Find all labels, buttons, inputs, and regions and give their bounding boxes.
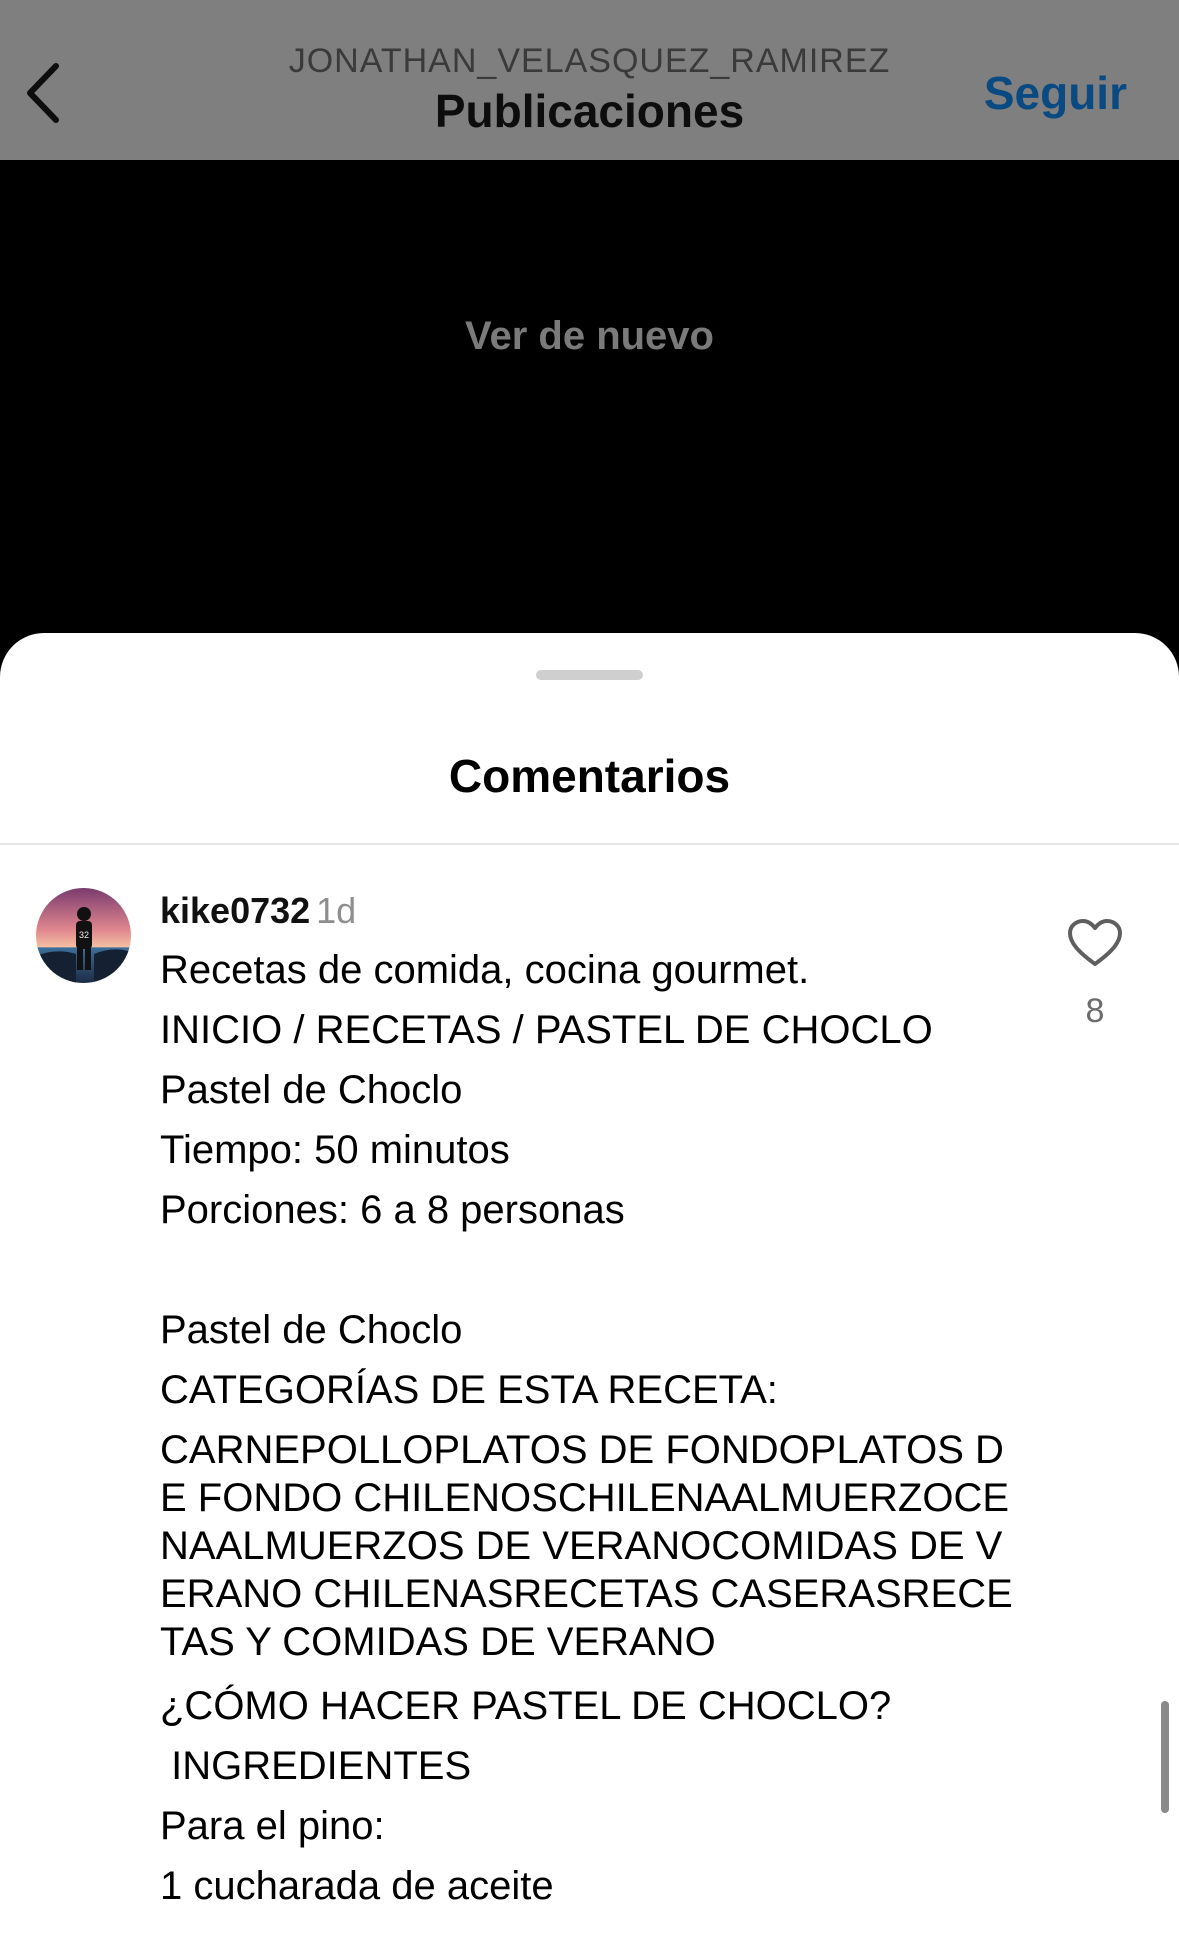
like-count: 8 [1085, 992, 1105, 1030]
comment-header: kike0732 1d [160, 888, 356, 934]
scrollbar[interactable] [1161, 1701, 1169, 1813]
comment-line: Pastel de Choclo [160, 1308, 463, 1352]
comment-timestamp: 1d [316, 890, 357, 931]
comments-sheet: Comentarios 32 kike0732 1d Recetas de co… [0, 633, 1179, 1954]
sheet-drag-handle[interactable] [536, 670, 643, 680]
app-screen: JONATHAN_VELASQUEZ_RAMIREZ Publicaciones… [0, 0, 1179, 1954]
top-bar: JONATHAN_VELASQUEZ_RAMIREZ Publicaciones… [0, 0, 1179, 160]
like-button[interactable] [1067, 918, 1123, 968]
post-media[interactable]: Ver de nuevo [0, 160, 1179, 660]
comment-line: INICIO / RECETAS / PASTEL DE CHOCLO [160, 1008, 933, 1052]
comment-username[interactable]: kike0732 [160, 890, 310, 931]
comment-categories: CARNEPOLLOPLATOS DE FONDOPLATOS DE FONDO… [160, 1428, 1013, 1664]
divider [0, 843, 1179, 845]
comment-line: Porciones: 6 a 8 personas [160, 1188, 625, 1232]
comment-line: Pastel de Choclo [160, 1068, 463, 1112]
follow-button[interactable]: Seguir [984, 66, 1127, 120]
svg-text:32: 32 [79, 930, 89, 940]
comment-line: 1 cucharada de aceite [160, 1864, 554, 1908]
heart-icon [1068, 919, 1122, 966]
comment-line: CATEGORÍAS DE ESTA RECETA: [160, 1368, 778, 1412]
comment-line: Tiempo: 50 minutos [160, 1128, 510, 1172]
comment-text: Recetas de comida, cocina gourmet. INICI… [160, 940, 1020, 1916]
sheet-title: Comentarios [448, 750, 731, 802]
comment-blank-line [160, 1240, 1020, 1300]
comment-line: ¿CÓMO HACER PASTEL DE CHOCLO? [160, 1684, 892, 1728]
comment-line: Recetas de comida, cocina gourmet. [160, 948, 810, 992]
comment-line: Para el pino: [160, 1804, 385, 1848]
avatar[interactable]: 32 [36, 888, 131, 983]
comment-line: INGREDIENTES [160, 1744, 472, 1788]
replay-button[interactable]: Ver de nuevo [0, 314, 1179, 359]
